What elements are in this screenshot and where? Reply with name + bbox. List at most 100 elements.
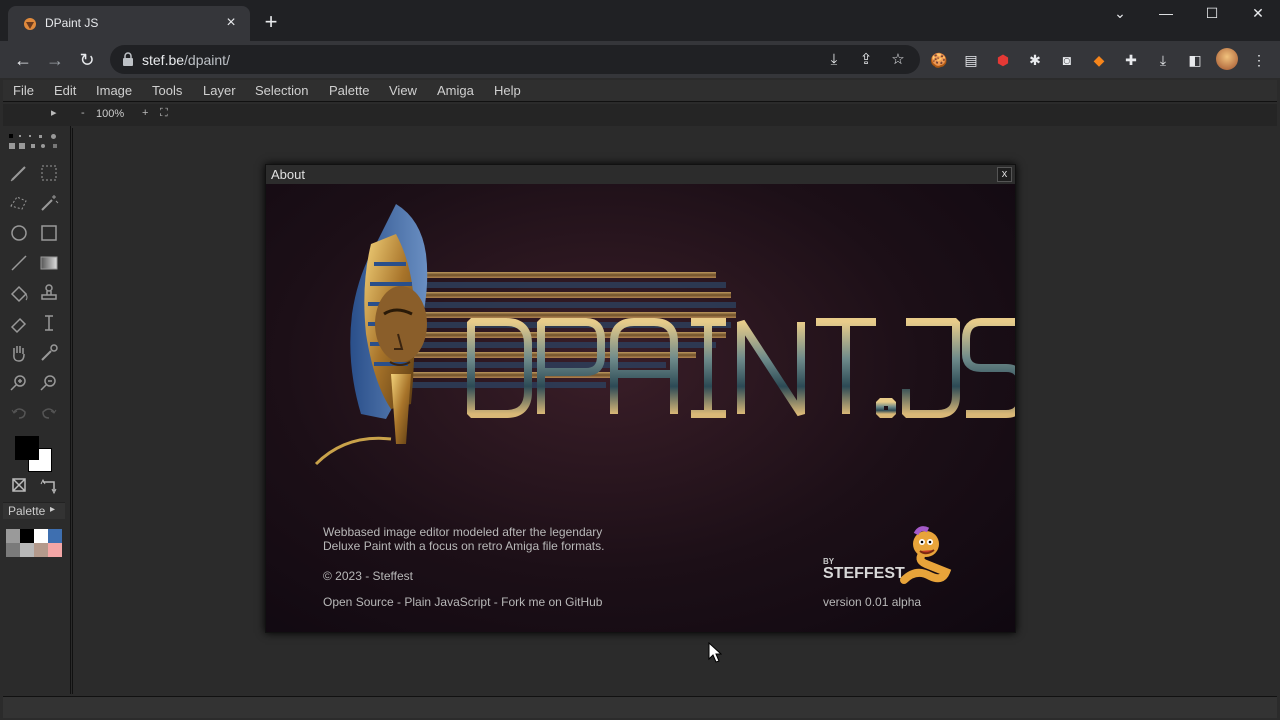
palette-swatches [6, 529, 62, 557]
close-window-icon[interactable]: ✕ [1248, 3, 1268, 23]
about-description-line1: Webbased image editor modeled after the … [323, 525, 603, 539]
menu-selection[interactable]: Selection [255, 83, 308, 98]
menu-amiga[interactable]: Amiga [437, 83, 474, 98]
palette-color-swatch[interactable] [6, 529, 20, 543]
snake-mascot-icon [900, 526, 952, 584]
zoom-out-button[interactable]: - [81, 107, 85, 119]
dpaint-favicon-icon [24, 18, 36, 30]
square-icon[interactable] [38, 222, 60, 244]
lock-icon [123, 52, 133, 66]
ublock-icon[interactable]: ⬢ [993, 50, 1013, 70]
palette-color-swatch[interactable] [34, 543, 48, 557]
palette-color-swatch[interactable] [20, 543, 34, 557]
maximize-icon[interactable]: ☐ [1202, 3, 1222, 23]
about-dialog: About x Webbased image editor modeled af… [265, 164, 1016, 633]
eraser-icon[interactable] [8, 312, 30, 334]
link-separator: - [393, 595, 405, 609]
panel-expand-icon[interactable]: ▸ [51, 106, 57, 119]
about-copyright: © 2023 - Steffest [323, 569, 414, 583]
circle-icon[interactable] [8, 222, 30, 244]
eyedropper-icon[interactable] [38, 342, 60, 364]
menu-tools[interactable]: Tools [152, 83, 182, 98]
pharaoh-mask-icon [314, 204, 428, 466]
palette-header[interactable]: Palette ▸ [3, 502, 65, 519]
cookie-extension-icon[interactable]: 🍪 [929, 50, 949, 70]
browser-tab[interactable]: DPaint JS × [8, 6, 250, 41]
redo-icon[interactable] [38, 402, 60, 424]
palette-color-swatch[interactable] [34, 529, 48, 543]
brush-presets[interactable] [7, 132, 65, 152]
tab-close-icon[interactable]: × [222, 14, 240, 32]
palette-color-swatch[interactable] [48, 529, 62, 543]
palette-label: Palette [8, 504, 46, 518]
swap-colors-icon[interactable] [38, 474, 60, 496]
polygon-select-icon[interactable] [8, 192, 30, 214]
palette-color-swatch[interactable] [20, 529, 34, 543]
pencil-icon[interactable] [8, 162, 30, 184]
profile-avatar[interactable] [1216, 48, 1238, 70]
browser-tabstrip: DPaint JS × + ⌄ — ☐ ✕ [0, 0, 1280, 41]
reload-icon[interactable]: ↻ [75, 48, 99, 72]
install-app-icon[interactable]: ⤓ [824, 50, 844, 70]
gradient-icon[interactable] [38, 252, 60, 274]
menu-layer[interactable]: Layer [203, 83, 236, 98]
back-icon[interactable]: ← [11, 48, 35, 72]
side-panel-icon[interactable]: ◧ [1185, 50, 1205, 70]
steffest-byline: BY STEFFEST [823, 557, 905, 583]
address-bar[interactable]: stef.be/dpaint/ ⤓ ⇪ ☆ [110, 45, 920, 74]
minimize-icon[interactable]: — [1156, 3, 1176, 23]
status-bar [3, 696, 1277, 718]
extensions-puzzle-icon[interactable]: ✚ [1121, 50, 1141, 70]
link-separator: - [490, 595, 502, 609]
menu-edit[interactable]: Edit [54, 83, 76, 98]
about-titlebar[interactable]: About x [266, 165, 1015, 184]
menu-image[interactable]: Image [96, 83, 132, 98]
open-source-link[interactable]: Open Source [323, 595, 394, 609]
extension-icon-2[interactable]: ▤ [961, 50, 981, 70]
line-icon[interactable] [8, 252, 30, 274]
menu-file[interactable]: File [13, 83, 34, 98]
palette-color-swatch[interactable] [6, 543, 20, 557]
extension-icon-4[interactable]: ✱ [1025, 50, 1045, 70]
text-cursor-icon[interactable] [38, 312, 60, 334]
zoom-bar: - 100% + ⛶ ▸ [3, 104, 1277, 126]
extension-icon-5[interactable]: ◙ [1057, 50, 1077, 70]
new-tab-icon[interactable]: + [260, 11, 282, 34]
forward-icon[interactable]: → [43, 48, 67, 72]
share-icon[interactable]: ⇪ [856, 50, 876, 70]
bookmark-star-icon[interactable]: ☆ [888, 50, 908, 70]
about-description-line2: Deluxe Paint with a focus on retro Amiga… [323, 539, 605, 553]
github-link[interactable]: Fork me on GitHub [501, 595, 602, 609]
stamp-icon[interactable] [38, 282, 60, 304]
foreground-color-swatch[interactable] [15, 436, 39, 460]
rect-select-icon[interactable] [38, 162, 60, 184]
menu-view[interactable]: View [389, 83, 417, 98]
hand-pan-icon[interactable] [8, 342, 30, 364]
mouse-cursor-icon [708, 642, 722, 663]
downloads-icon[interactable]: ⤓ [1153, 50, 1173, 70]
tab-title: DPaint JS [45, 16, 99, 30]
palette-color-swatch[interactable] [48, 543, 62, 557]
palette-expand-icon[interactable]: ▸ [50, 504, 55, 515]
menu-help[interactable]: Help [494, 83, 521, 98]
plain-javascript-link[interactable]: Plain JavaScript [404, 595, 490, 609]
tool-panel: Palette ▸ [3, 126, 71, 694]
fit-screen-icon[interactable]: ⛶ [160, 107, 168, 120]
zoom-in-icon[interactable] [8, 372, 30, 394]
menu-palette[interactable]: Palette [329, 83, 369, 98]
about-close-button[interactable]: x [997, 167, 1012, 182]
magic-wand-icon[interactable] [38, 192, 60, 214]
menubar: File Edit Image Tools Layer Selection Pa… [3, 80, 1277, 102]
tab-search-icon[interactable]: ⌄ [1110, 3, 1130, 23]
about-title: About [271, 167, 305, 182]
more-menu-icon[interactable]: ⋮ [1249, 50, 1269, 70]
metamask-icon[interactable]: ◆ [1089, 50, 1109, 70]
steffest-logo: STEFFEST [823, 565, 905, 582]
about-links: Open Source - Plain JavaScript - Fork me… [323, 595, 602, 609]
fill-bucket-icon[interactable] [8, 282, 30, 304]
undo-icon[interactable] [8, 402, 30, 424]
browser-toolbar: ← → ↻ stef.be/dpaint/ ⤓ ⇪ ☆ 🍪 ▤ ⬢ ✱ ◙ ◆ … [0, 41, 1280, 78]
zoom-in-button[interactable]: + [142, 107, 148, 119]
swap-transparent-icon[interactable] [8, 474, 30, 496]
zoom-out-icon[interactable] [38, 372, 60, 394]
